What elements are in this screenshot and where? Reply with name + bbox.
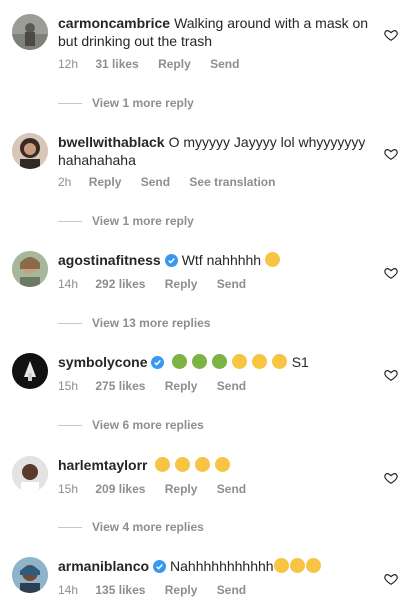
comment-likes[interactable]: 31 likes <box>95 57 138 71</box>
view-replies-label: View 4 more replies <box>92 520 204 534</box>
comment-body: Nahhhhhhhhhhh <box>170 558 274 574</box>
comment-time: 12h <box>58 57 79 71</box>
comment-body: S1 <box>291 354 309 370</box>
crying-laughing-emoji-icon <box>195 457 211 472</box>
comment-meta: 14h 292 likes Reply Send <box>58 277 262 291</box>
avatar[interactable] <box>12 456 48 492</box>
comment-text: symbolycone S1 <box>58 353 376 371</box>
comment-text: carmoncambrice Walking around with a mask… <box>58 14 376 50</box>
reply-button[interactable]: Reply <box>165 379 198 393</box>
send-button[interactable]: Send <box>217 482 246 496</box>
comment-username[interactable]: carmoncambrice <box>58 15 170 31</box>
nauseated-emoji-icon <box>172 354 188 369</box>
laughing-emoji-icon <box>271 354 287 369</box>
comment-time: 15h <box>58 482 79 496</box>
comment-username[interactable]: agostinafitness <box>58 252 161 268</box>
divider-line <box>58 323 82 325</box>
like-heart-icon[interactable] <box>384 147 398 161</box>
comment-text: bwellwithablack O myyyyy Jayyyy lol whyyy… <box>58 133 376 169</box>
divider-line <box>58 527 82 529</box>
comment-time: 14h <box>58 277 79 291</box>
view-replies-button[interactable]: View 1 more reply <box>58 96 194 110</box>
send-button[interactable]: Send <box>217 379 246 393</box>
crying-laughing-emoji-icon <box>215 457 231 472</box>
comment-username[interactable]: armaniblanco <box>58 558 149 574</box>
like-heart-icon[interactable] <box>384 266 398 280</box>
avatar[interactable] <box>12 353 48 389</box>
comment-text: harlemtaylorr <box>58 456 376 474</box>
view-replies-button[interactable]: View 6 more replies <box>58 418 204 432</box>
laughing-emoji-icon <box>232 354 248 369</box>
avatar[interactable] <box>12 133 48 169</box>
laughing-emoji-icon <box>251 354 267 369</box>
divider-line <box>58 221 82 223</box>
crying-laughing-emoji-icon <box>155 457 171 472</box>
comment-username[interactable]: harlemtaylorr <box>58 457 147 473</box>
like-heart-icon[interactable] <box>384 28 398 42</box>
comment-time: 2h <box>58 175 72 189</box>
reply-button[interactable]: Reply <box>165 277 198 291</box>
view-replies-label: View 1 more reply <box>92 214 194 228</box>
comment-likes[interactable]: 209 likes <box>95 482 145 496</box>
comment-meta: 12h 31 likes Reply Send <box>58 57 255 71</box>
view-replies-label: View 6 more replies <box>92 418 204 432</box>
view-replies-button[interactable]: View 1 more reply <box>58 214 194 228</box>
divider-line <box>58 425 82 427</box>
comment-time: 14h <box>58 583 79 597</box>
comment-text: armaniblanco Nahhhhhhhhhhh <box>58 557 376 575</box>
nauseated-emoji-icon <box>192 354 208 369</box>
comment-likes[interactable]: 275 likes <box>95 379 145 393</box>
laughing-emoji-icon <box>305 558 321 573</box>
avatar[interactable] <box>12 251 48 287</box>
verified-badge-icon <box>164 254 178 267</box>
laughing-emoji-icon <box>289 558 305 573</box>
verified-badge-icon <box>153 560 167 573</box>
reply-button[interactable]: Reply <box>158 57 191 71</box>
view-replies-button[interactable]: View 13 more replies <box>58 316 211 330</box>
like-heart-icon[interactable] <box>384 368 398 382</box>
like-heart-icon[interactable] <box>384 471 398 485</box>
crying-laughing-emoji-icon <box>175 457 191 472</box>
send-button[interactable]: Send <box>141 175 170 189</box>
comment-body: Wtf nahhhhh <box>181 252 262 268</box>
view-replies-label: View 13 more replies <box>92 316 211 330</box>
reply-button[interactable]: Reply <box>89 175 122 189</box>
reply-button[interactable]: Reply <box>165 482 198 496</box>
comment-likes[interactable]: 292 likes <box>95 277 145 291</box>
divider-line <box>58 103 82 105</box>
avatar[interactable] <box>12 557 48 593</box>
nauseated-emoji-icon <box>212 354 228 369</box>
reply-button[interactable]: Reply <box>165 583 198 597</box>
verified-badge-icon <box>151 356 165 369</box>
comment-text: agostinafitness Wtf nahhhhh <box>58 251 376 269</box>
send-button[interactable]: Send <box>210 57 239 71</box>
comment-meta: 14h 135 likes Reply Send <box>58 583 262 597</box>
see-translation-button[interactable]: See translation <box>189 175 275 189</box>
laughing-emoji-icon <box>273 558 289 573</box>
avatar[interactable] <box>12 14 48 50</box>
laughing-emoji-icon <box>264 252 280 267</box>
comment-username[interactable]: symbolycone <box>58 354 147 370</box>
comment-meta: 15h 209 likes Reply Send <box>58 482 262 496</box>
view-replies-button[interactable]: View 4 more replies <box>58 520 204 534</box>
send-button[interactable]: Send <box>217 583 246 597</box>
comment-time: 15h <box>58 379 79 393</box>
like-heart-icon[interactable] <box>384 572 398 586</box>
comment-username[interactable]: bwellwithablack <box>58 134 165 150</box>
comment-meta: 2h Reply Send See translation <box>58 175 291 189</box>
send-button[interactable]: Send <box>217 277 246 291</box>
view-replies-label: View 1 more reply <box>92 96 194 110</box>
comment-meta: 15h 275 likes Reply Send <box>58 379 262 393</box>
comment-likes[interactable]: 135 likes <box>95 583 145 597</box>
